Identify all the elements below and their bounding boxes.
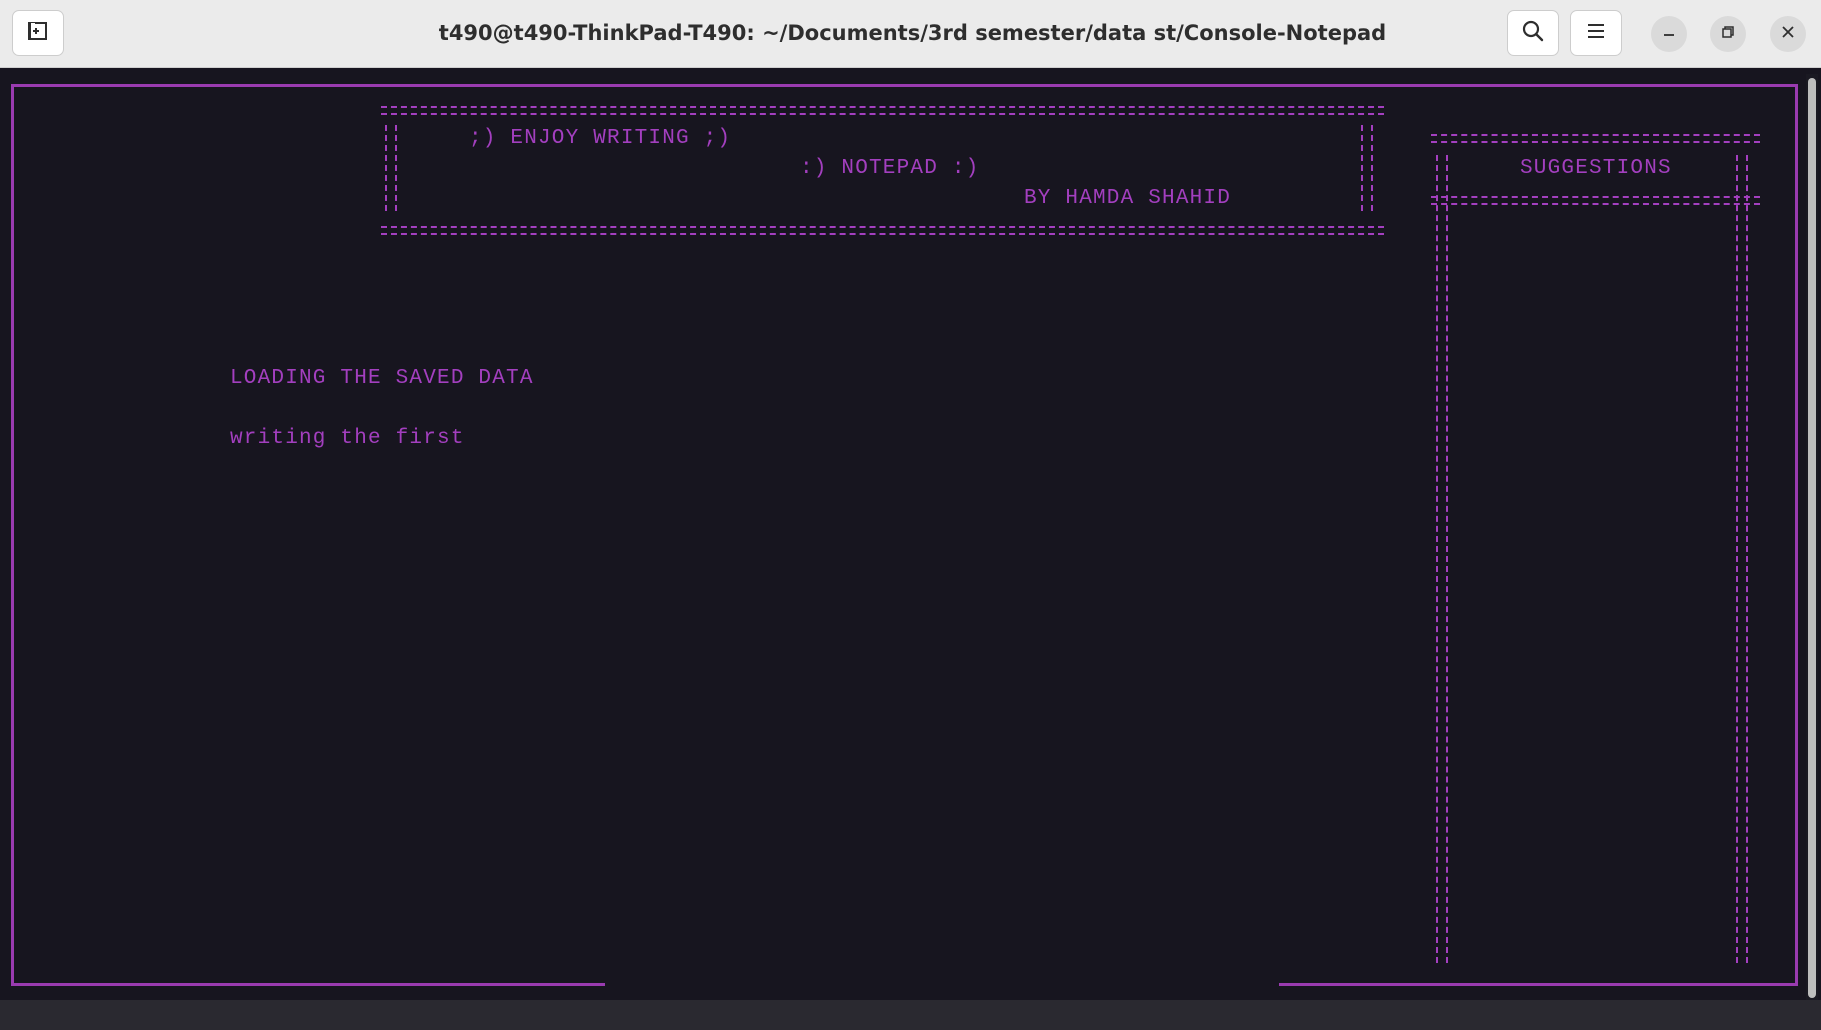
notepad-frame — [11, 84, 1798, 986]
suggestions-header-divider — [1431, 196, 1760, 205]
suggestions-left-border — [1436, 155, 1448, 963]
bottom-status-strip — [0, 1000, 1821, 1030]
loading-status-text: LOADING THE SAVED DATA — [230, 367, 534, 390]
close-button[interactable] — [1770, 16, 1806, 52]
banner-line-author: BY HAMDA SHAHID — [1024, 187, 1232, 210]
suggestions-top-border — [1431, 134, 1760, 143]
suggestions-title: SUGGESTIONS — [1520, 157, 1672, 180]
new-tab-button[interactable] — [12, 10, 64, 56]
notepad-text-content[interactable]: writing the first — [230, 424, 465, 454]
menu-button[interactable] — [1570, 10, 1622, 56]
minimize-icon — [1662, 25, 1676, 44]
terminal-window: t490@t490-ThinkPad-T490: ~/Documents/3rd… — [0, 0, 1821, 1030]
header-bar: t490@t490-ThinkPad-T490: ~/Documents/3rd… — [0, 0, 1821, 68]
scrollbar-thumb[interactable] — [1808, 78, 1816, 998]
banner-line-notepad: :) NOTEPAD :) — [800, 157, 980, 180]
minimize-button[interactable] — [1651, 16, 1687, 52]
maximize-button[interactable] — [1710, 16, 1746, 52]
banner-line-enjoy-writing: ;) ENJOY WRITING ;) — [469, 127, 732, 150]
window-title: t490@t490-ThinkPad-T490: ~/Documents/3rd… — [438, 21, 1387, 45]
banner-top-border — [381, 106, 1384, 115]
search-button[interactable] — [1507, 10, 1559, 56]
banner-bottom-border — [381, 226, 1384, 235]
maximize-icon — [1721, 25, 1735, 44]
frame-bottom-left-border — [11, 983, 605, 986]
close-icon — [1781, 25, 1795, 44]
banner-left-border — [385, 125, 397, 211]
new-tab-icon — [27, 20, 49, 47]
search-icon — [1521, 19, 1545, 48]
frame-bottom-right-border — [1279, 983, 1798, 986]
suggestions-right-border — [1736, 155, 1748, 963]
banner-right-border — [1361, 125, 1373, 211]
hamburger-menu-icon — [1586, 22, 1606, 45]
